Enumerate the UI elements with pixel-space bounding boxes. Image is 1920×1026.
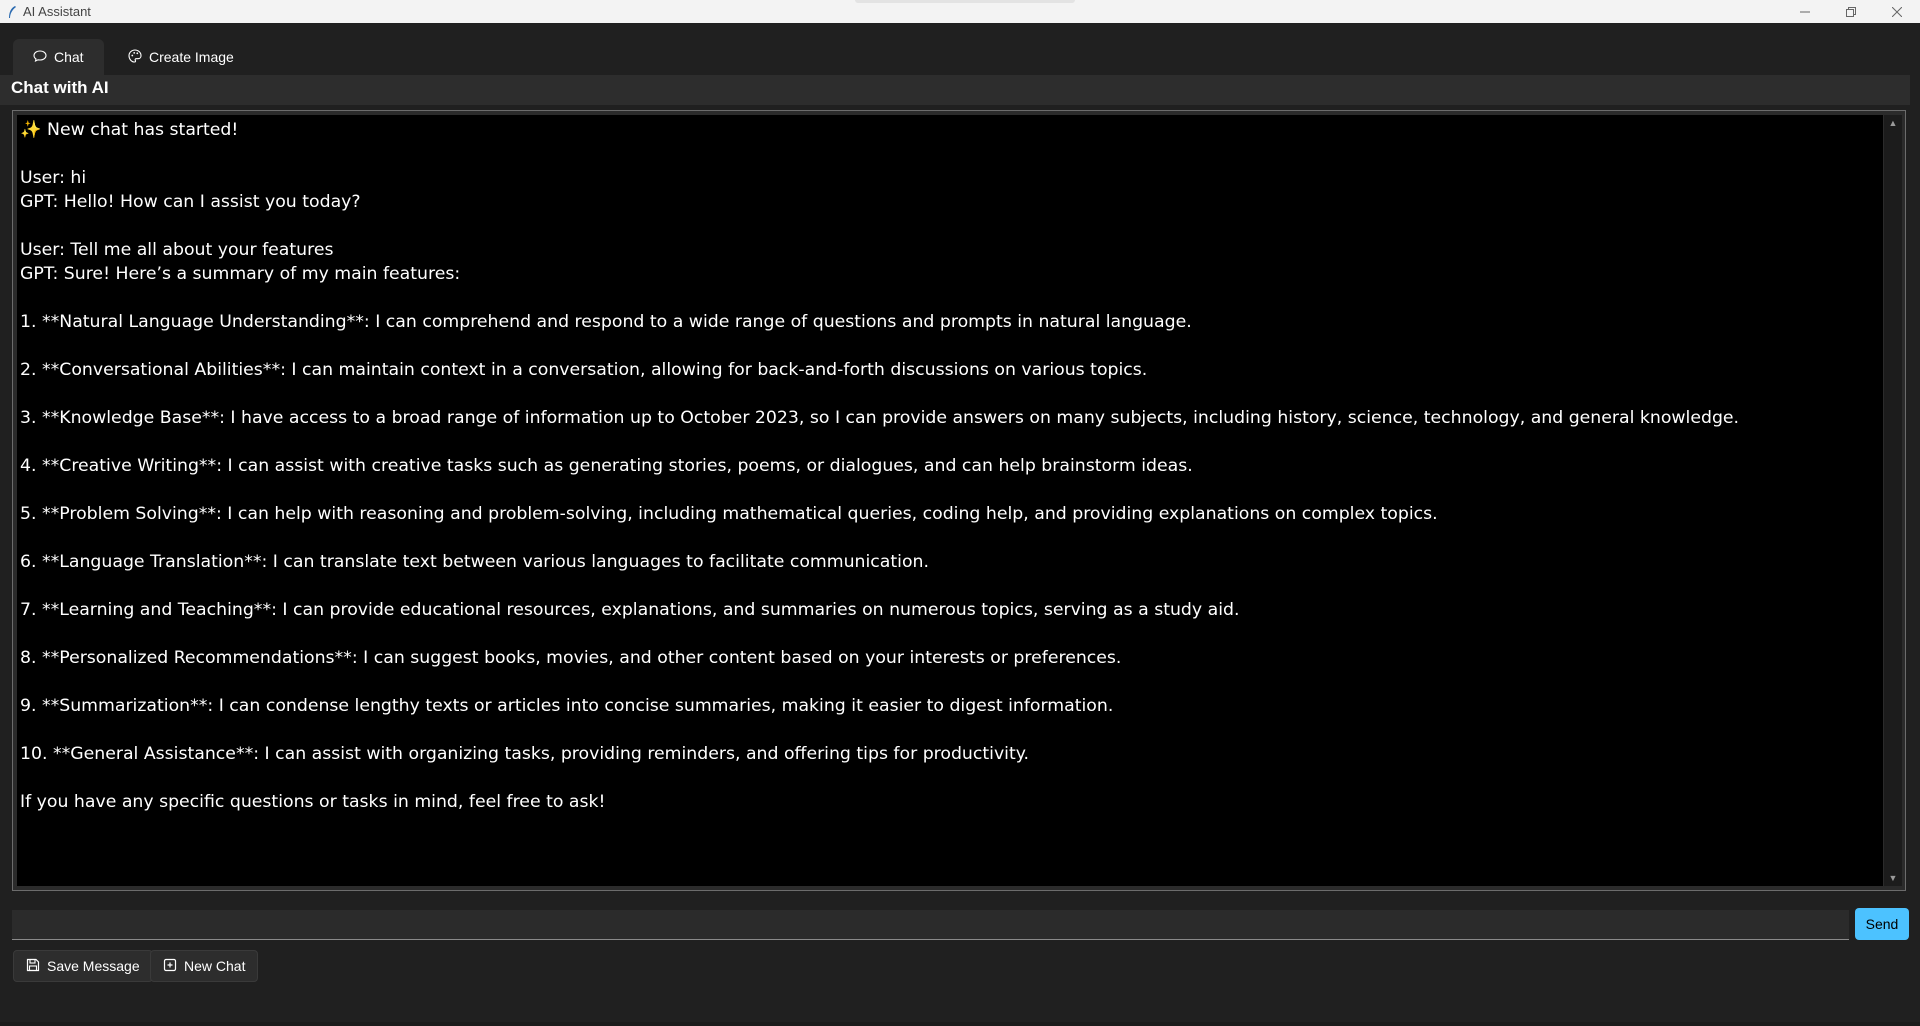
chat-line: 7. **Learning and Teaching**: I can prov… (20, 600, 1240, 620)
tab-chat[interactable]: Chat (13, 39, 104, 75)
maximize-icon[interactable] (1828, 0, 1874, 23)
chat-line: If you have any specific questions or ta… (20, 792, 606, 812)
chat-blank-line (20, 214, 1883, 238)
new-chat-label: New Chat (184, 958, 246, 974)
chat-line: 5. **Problem Solving**: I can help with … (20, 504, 1438, 524)
message-input[interactable] (12, 910, 1849, 940)
send-button[interactable]: Send (1855, 908, 1909, 940)
chat-blank-line (20, 574, 1883, 598)
chat-blank-line (20, 622, 1883, 646)
chat-blank-line (20, 766, 1883, 790)
chat-blank-line (20, 142, 1883, 166)
chat-line: GPT: Hello! How can I assist you today? (20, 192, 361, 212)
save-message-label: Save Message (47, 958, 140, 974)
window-bottom-edge (0, 1022, 1920, 1026)
chat-scrollbar[interactable]: ▲ ▼ (1884, 115, 1902, 886)
minimize-icon[interactable] (1782, 0, 1828, 23)
chat-line: 2. **Conversational Abilities**: I can m… (20, 360, 1148, 380)
chat-line: 4. **Creative Writing**: I can assist wi… (20, 456, 1193, 476)
chat-blank-line (20, 286, 1883, 310)
chat-blank-line (20, 478, 1883, 502)
chat-line: User: hi (20, 168, 87, 188)
chat-transcript: ✨ New chat has started! User: hi GPT: Hell… (17, 115, 1883, 814)
new-chat-button[interactable]: New Chat (150, 950, 259, 982)
chat-blank-line (20, 334, 1883, 358)
tab-content-panel (0, 75, 1910, 105)
tab-chat-label: Chat (54, 49, 84, 65)
save-icon (26, 958, 40, 975)
chat-blank-line (20, 526, 1883, 550)
chat-log-frame: ✨ New chat has started! User: hi GPT: Hell… (12, 110, 1906, 891)
save-message-button[interactable]: Save Message (13, 950, 153, 982)
chat-line: 6. **Language Translation**: I can trans… (20, 552, 929, 572)
feather-icon (4, 4, 20, 20)
tab-create-image[interactable]: Create Image (108, 39, 254, 75)
chat-bubble-icon (33, 49, 47, 65)
chat-blank-line (20, 718, 1883, 742)
chat-line: ✨ New chat has started! (20, 120, 239, 140)
chat-log[interactable]: ✨ New chat has started! User: hi GPT: Hell… (17, 115, 1883, 886)
chat-blank-line (20, 670, 1883, 694)
palette-icon (128, 48, 142, 66)
new-chat-icon (163, 958, 177, 975)
tab-bar: Chat Create Image (0, 23, 1920, 75)
chat-blank-line (20, 430, 1883, 454)
chat-line: 8. **Personalized Recommendations**: I c… (20, 648, 1122, 668)
chat-line: 3. **Knowledge Base**: I have access to … (20, 408, 1740, 428)
window-border (1910, 23, 1920, 1026)
page-title: Chat with AI (11, 78, 109, 97)
chat-line: GPT: Sure! Here’s a summary of my main f… (20, 264, 461, 284)
close-icon[interactable] (1874, 0, 1920, 23)
scroll-down-icon[interactable]: ▼ (1884, 870, 1902, 886)
chat-line: 1. **Natural Language Understanding**: I… (20, 312, 1192, 332)
scroll-up-icon[interactable]: ▲ (1884, 115, 1902, 131)
chat-line: 10. **General Assistance**: I can assist… (20, 744, 1030, 764)
window-title-bar: AI Assistant (0, 0, 1920, 23)
window-title: AI Assistant (23, 4, 91, 19)
chat-line: 9. **Summarization**: I can condense len… (20, 696, 1114, 716)
snap-layout-hint (855, 0, 1075, 3)
tab-create-image-label: Create Image (149, 49, 234, 65)
chat-blank-line (20, 382, 1883, 406)
chat-line: User: Tell me all about your features (20, 240, 334, 260)
